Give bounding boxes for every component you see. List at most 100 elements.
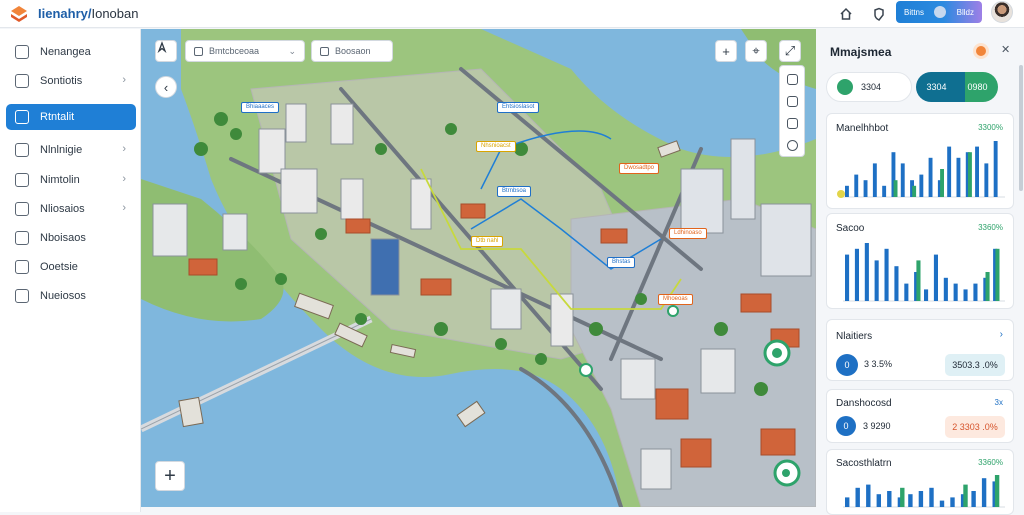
card-danshocosd: Danshocosd 3x 0 3 9290 2 3303 .0% [826,389,1014,443]
folder-icon [15,173,29,187]
chart-bar [845,185,849,197]
chart-bar [993,141,998,197]
sidebar-item-label: Nueiosos [40,290,86,302]
expand-button[interactable]: ⤢ [779,40,801,62]
add-marker-button[interactable]: + [155,461,185,491]
map-canvas[interactable] [141,29,816,507]
chart-bar [975,146,979,197]
chart-bar [845,254,850,301]
chart-bar [924,289,929,301]
card-sacoo-value: 3360% [978,223,1003,232]
sidebar-item-label: Nboisaos [40,232,86,244]
map-view[interactable]: Bhiaaaces Ehtsioslasot Nhsnioacst Btrnbsoa D… [141,29,816,507]
sidebar-item-5[interactable]: Nimtolin › [6,167,136,193]
sidebar-item-7[interactable]: Nboisaos [6,225,136,251]
user-chip-secondary: Blldz [956,7,974,17]
sidebar-item-2[interactable]: Sontiotis › [6,68,136,94]
map-label-7[interactable]: Ldhinoaso [669,228,707,239]
sidebar-item-9[interactable]: Nueiosos [6,283,136,309]
chart-bar [872,163,877,197]
map-label-2[interactable]: Ehtsioslasot [497,102,540,113]
sidebar-item-label: Sontiotis [40,75,83,87]
card-sacoo: Sacoo 3360% [826,213,1014,309]
logo-icon [11,6,27,22]
map-label-4[interactable]: Btrnbsoa [497,186,532,197]
home-icon[interactable] [836,4,856,24]
building-icon [15,45,29,59]
user-chip-label: Bittns [904,7,925,17]
avatar[interactable] [991,1,1013,23]
back-button[interactable]: ‹ [155,76,177,98]
app-title: Iienahry/Ionoban [38,6,139,21]
chevron-down-icon: ⌄ [288,45,296,56]
settings-icon[interactable] [973,43,989,59]
globe-icon [15,143,29,157]
chart-bar [874,260,879,301]
card-danshocosd-title: Danshocosd [836,398,892,409]
map-label-5[interactable]: Dtb nahl [471,236,504,247]
chart-bar [950,497,955,507]
compass-icon[interactable] [787,118,798,129]
map-label-8[interactable]: Bhstas [607,257,636,268]
chart-bar [963,289,968,301]
chart-bar [876,494,881,507]
chart-bar [928,157,933,197]
stat-pill-right[interactable]: 3304 0980 [916,72,998,102]
card-manelhhbot: Manelhhbot 3300% [826,113,1014,209]
card-danshocosd-right-value[interactable]: 2 3303 .0% [945,416,1005,438]
wrench-icon [15,260,29,274]
chart-bar [855,487,860,507]
map-label-1[interactable]: Bhiaaaces [241,102,280,113]
transfer-icon [15,202,29,216]
chart-bar [900,487,905,507]
sidebar-item-8[interactable]: Ooetsie [6,254,136,280]
locate-button[interactable]: ⌖ [745,40,767,62]
chart-bar [995,248,1000,301]
chevron-right-icon: › [122,143,126,155]
document-icon [15,110,29,124]
chart-bar [918,491,924,507]
copy-icon [15,74,29,88]
zoom-in-button[interactable]: + [715,40,737,62]
sidebar-item-1[interactable]: Nenangea [6,39,136,65]
map-search-secondary[interactable]: Boosaon [311,40,393,62]
pointer-icon [157,41,167,53]
chart-bar [940,169,944,197]
layers-button[interactable] [155,40,177,62]
sidebar-item-3[interactable]: Rtntalit [6,104,136,130]
shield-icon[interactable] [869,4,889,24]
chevron-right-icon[interactable]: › [1000,329,1003,340]
sidebar: Nenangea Sontiotis › Rtntalit Nlnlnigie › Nimt… [0,29,141,512]
stat-pill-left[interactable]: 3304 [826,72,912,102]
sidebar-item-6[interactable]: Nliosaios › [6,196,136,222]
card-danshocosd-value: 3x [994,398,1003,407]
panel-scrollbar[interactable] [1019,65,1023,191]
refresh-icon[interactable] [787,74,798,85]
chevron-right-icon: › [122,202,126,214]
card-sacoo-chart [843,243,1005,302]
map-label-9[interactable]: Mhoeoas [658,294,693,305]
map-search-primary-value: Bmtcbceoaa [209,46,260,56]
card-sacoo-title: Sacoo [836,223,865,234]
chart-bar [893,180,898,197]
panel-title: Mmajsmea [830,45,892,59]
history-icon[interactable] [787,140,798,151]
sidebar-item-4[interactable]: Nlnlnigie › [6,137,136,163]
chart-bar [894,266,899,301]
close-icon[interactable]: ✕ [1001,43,1010,56]
map-search-primary[interactable]: Bmtcbceoaa ⌄ [185,40,305,62]
card-sacosthlatrn: Sacosthlatrn 3360% [826,449,1014,515]
chart-bar [933,254,938,301]
user-chip[interactable]: Bittns Blldz [896,1,982,23]
search-icon [194,46,203,56]
sidebar-item-label: Nimtolin [40,174,80,186]
card-nlaitiers-right-value[interactable]: 3503.3 .0% [945,354,1005,376]
map-label-3[interactable]: Nhsnioacst [476,141,516,152]
card-danshocosd-badge: 0 [836,416,856,436]
search-icon [320,46,329,56]
list-icon [15,231,29,245]
chart-bar [916,260,921,301]
card-sacosthlatrn-chart [843,475,1005,508]
square-icon[interactable] [787,96,798,107]
map-label-6[interactable]: Dwosadtpo [619,163,660,174]
